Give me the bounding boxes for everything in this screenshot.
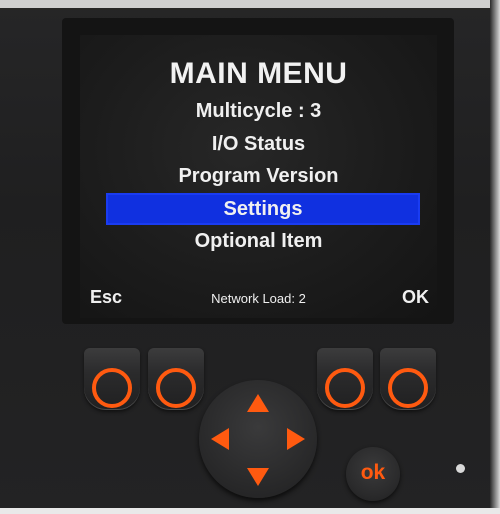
direction-pad [199, 380, 317, 498]
ring-icon [156, 368, 196, 408]
network-load-status: Network Load: 2 [211, 291, 306, 306]
background-strip [490, 0, 500, 514]
background-strip [0, 0, 500, 8]
background-strip [0, 508, 500, 514]
softkey-3-button[interactable] [317, 348, 373, 410]
lcd-screen: MAIN MENU Multicycle : 3 I/O Status Prog… [80, 35, 437, 318]
arrow-right-icon[interactable] [287, 428, 305, 450]
ring-icon [92, 368, 132, 408]
softkey-ok-label: OK [402, 287, 429, 307]
controller-panel: MAIN MENU Multicycle : 3 I/O Status Prog… [0, 0, 500, 514]
arrow-down-icon[interactable] [247, 468, 269, 486]
menu-item-settings[interactable]: Settings [106, 193, 420, 225]
softkey-1-button[interactable] [84, 348, 140, 410]
ring-icon [388, 368, 428, 408]
arrow-up-icon[interactable] [247, 394, 269, 412]
softkey-2-button[interactable] [148, 348, 204, 410]
arrow-left-icon[interactable] [211, 428, 229, 450]
menu-item-multicycle[interactable]: Multicycle : 3 [80, 95, 437, 127]
softkey-4-button[interactable] [380, 348, 436, 410]
menu-item-io-status[interactable]: I/O Status [80, 128, 437, 160]
menu-item-optional[interactable]: Optional Item [80, 225, 437, 257]
menu-item-program-version[interactable]: Program Version [80, 160, 437, 192]
status-led [456, 464, 465, 473]
menu-title: MAIN MENU [169, 57, 348, 90]
ok-button[interactable]: ok [346, 447, 400, 501]
ring-icon [325, 368, 365, 408]
